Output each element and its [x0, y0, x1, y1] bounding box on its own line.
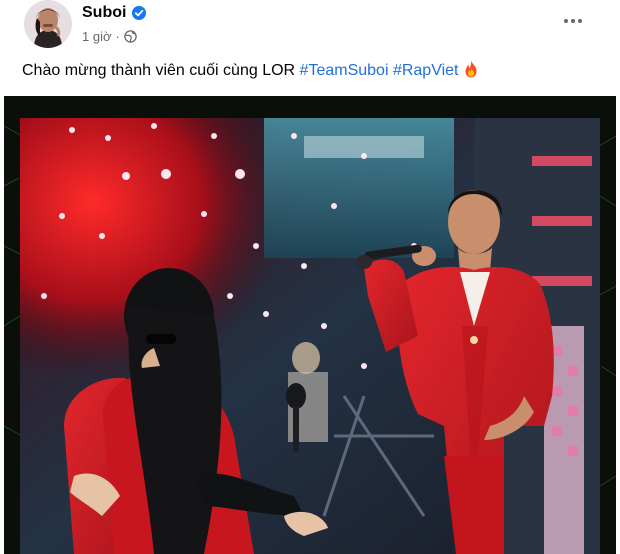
post-text: Chào mừng thành viên cuối cùng LOR #Team…	[22, 60, 479, 82]
post-text-body: Chào mừng thành viên cuối cùng LOR	[22, 62, 296, 79]
verified-badge-icon	[132, 6, 147, 20]
hashtag-rapviet[interactable]: #RapViet	[393, 62, 459, 79]
post-meta: 1 giờ ·	[82, 29, 137, 44]
author-avatar[interactable]	[24, 0, 72, 48]
fire-emoji-icon	[463, 60, 479, 78]
author-row: Suboi	[82, 2, 147, 24]
facebook-post: Suboi 1 giờ · Chào mừng thành viên cuối …	[0, 0, 620, 554]
meta-separator: ·	[115, 29, 120, 44]
globe-icon[interactable]	[124, 30, 137, 43]
more-options-icon[interactable]	[560, 8, 586, 34]
author-name[interactable]: Suboi	[82, 4, 126, 22]
hashtag-teamsuboi[interactable]: #TeamSuboi	[300, 62, 389, 79]
post-header: Suboi 1 giờ ·	[0, 0, 620, 56]
post-photo[interactable]	[4, 96, 616, 554]
post-timestamp[interactable]: 1 giờ	[82, 29, 112, 44]
